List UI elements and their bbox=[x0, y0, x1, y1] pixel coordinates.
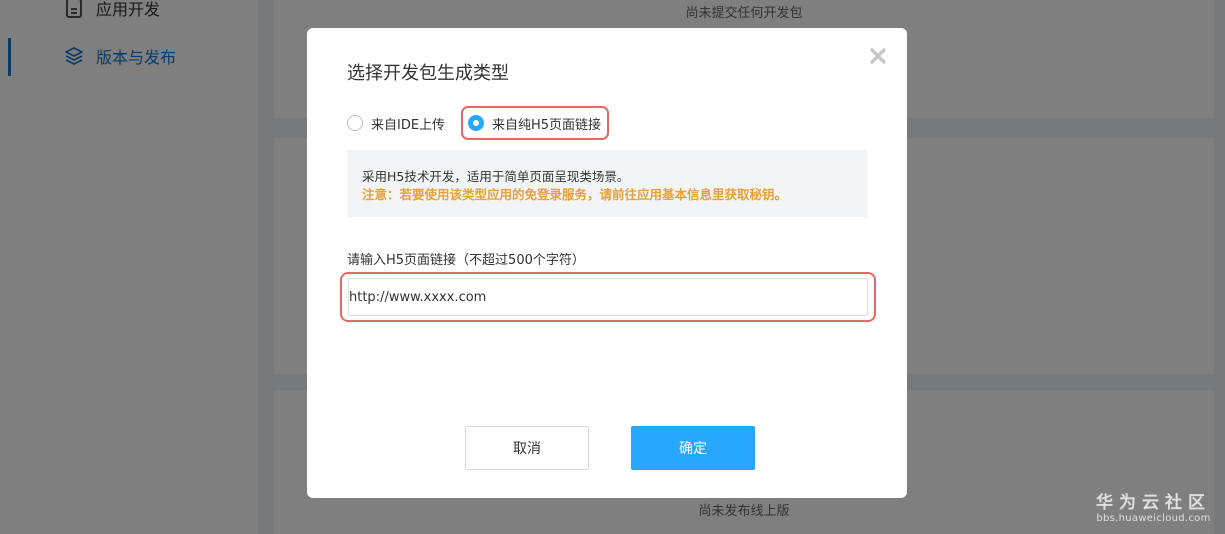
info-warning: 注意：若要使用该类型应用的免登录服务，请前往应用基本信息里获取秘钥。 bbox=[362, 187, 788, 202]
watermark-url: bbs.huaweicloud.com bbox=[1096, 513, 1211, 524]
url-field-highlight bbox=[340, 272, 876, 322]
url-field-label: 请输入H5页面链接（不超过500个字符） bbox=[347, 253, 585, 268]
radio-label: 来自纯H5页面链接 bbox=[492, 117, 602, 133]
info-box: 采用H5技术开发，适用于简单页面呈现类场景。 注意：若要使用该类型应用的免登录服… bbox=[347, 150, 867, 217]
watermark-title: 华为云社区 bbox=[1096, 493, 1211, 513]
h5-url-input[interactable] bbox=[348, 278, 868, 316]
radio-circle-icon[interactable] bbox=[347, 115, 363, 131]
radio-h5-link[interactable]: 来自纯H5页面链接 bbox=[461, 106, 609, 140]
radio-ide-upload[interactable]: 来自IDE上传 bbox=[347, 108, 457, 138]
radio-circle-checked-icon[interactable] bbox=[468, 115, 484, 131]
cancel-button[interactable]: 取消 bbox=[465, 426, 589, 470]
info-description: 采用H5技术开发，适用于简单页面呈现类场景。 bbox=[362, 169, 630, 184]
close-icon[interactable] bbox=[868, 46, 888, 66]
confirm-button[interactable]: 确定 bbox=[631, 426, 755, 470]
watermark: 华为云社区 bbs.huaweicloud.com bbox=[1096, 488, 1211, 524]
package-type-dialog: 选择开发包生成类型 来自IDE上传 来自纯H5页面链接 采用H5技术开发，适用于… bbox=[307, 28, 907, 498]
radio-label: 来自IDE上传 bbox=[371, 117, 446, 133]
dialog-title: 选择开发包生成类型 bbox=[347, 63, 509, 84]
